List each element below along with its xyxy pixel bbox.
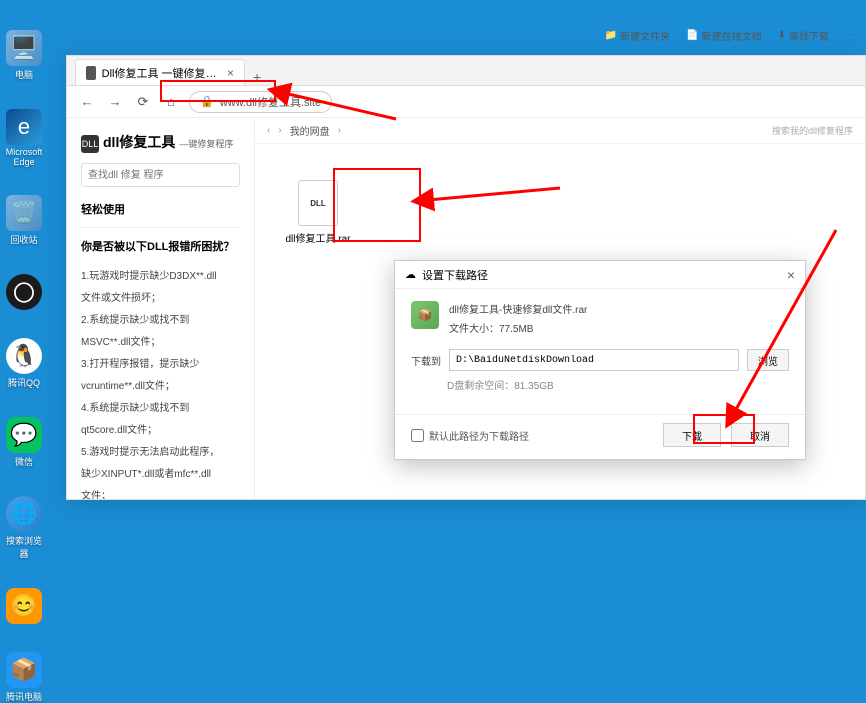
desktop-icon-blue[interactable]: 📦腾讯电脑 (6, 652, 42, 703)
download-icon: ⬇ (778, 30, 786, 41)
desktop-icon-browser[interactable]: 🌐搜索浏览器 (2, 496, 46, 560)
desktop-icon-recycle[interactable]: 🗑️回收站 (6, 195, 42, 246)
chevron-right-icon: › (338, 125, 341, 136)
dialog-close-button[interactable]: × (787, 267, 795, 283)
sidebar: DLL dll修复工具 —键修复程序 轻松使用 你是否被以下DLL报错所困扰？ … (67, 118, 255, 499)
bullet-line: 文件或文件损坏； (81, 288, 240, 310)
bullet-line: 文件； (81, 486, 240, 499)
logo-subtitle: —键修复程序 (179, 137, 233, 150)
bc-forward-icon[interactable]: › (278, 125, 281, 136)
desktop-icon-wechat[interactable]: 💬微信 (6, 417, 42, 468)
more-button[interactable]: ⋯ (845, 30, 855, 41)
forward-button[interactable]: → (105, 92, 125, 112)
bullet-line: 1.玩游戏时提示缺少D3DX**.dll (81, 266, 240, 288)
desktop-icon-edge[interactable]: eMicrosoft Edge (2, 109, 46, 167)
browse-button[interactable]: 浏览 (747, 349, 789, 371)
home-button[interactable]: ⌂ (161, 92, 181, 112)
new-tab-button[interactable]: + (245, 69, 269, 85)
tab-bar: Dll修复工具 一键修复电脑丢失D… × + (67, 56, 865, 86)
offline-download-button[interactable]: ⬇离线下载 (778, 28, 829, 43)
tab-close-icon[interactable]: × (227, 66, 234, 80)
bullet-line: MSVC**.dll文件； (81, 332, 240, 354)
bullet-line: 3.打开程序报错，提示缺少 (81, 354, 240, 376)
tab-favicon-icon (86, 66, 96, 80)
breadcrumb: ‹ › 我的网盘 › 搜索我的dll修复程序 (255, 118, 865, 144)
doc-icon: 📄 (686, 30, 698, 41)
download-path-input[interactable] (449, 349, 739, 371)
bullet-line: 缺少XINPUT*.dll或者mfc**.dll (81, 464, 240, 486)
breadcrumb-search-hint[interactable]: 搜索我的dll修复程序 (772, 124, 853, 137)
sidebar-search-input[interactable] (81, 163, 240, 187)
checkbox-input[interactable] (411, 429, 424, 442)
desktop-icons: 🖥️电脑 eMicrosoft Edge 🗑️回收站 〇 🐧腾讯QQ 💬微信 🌐… (2, 30, 46, 703)
file-item[interactable]: DLL dll修复工具.rar (275, 174, 361, 251)
url-text: www.dll修复工具.site (220, 94, 321, 110)
question-heading: 你是否被以下DLL报错所困扰？ (81, 238, 240, 254)
dialog-file-name: dll修复工具-快速修复dll文件.rar (449, 301, 587, 316)
back-button[interactable]: ← (77, 92, 97, 112)
logo-icon: DLL (81, 135, 99, 153)
page-toolbar: 📁新建文件夹 📄新建在线文档 ⬇离线下载 ⋯ (605, 22, 855, 48)
url-input[interactable]: 🔒 www.dll修复工具.site (189, 91, 332, 113)
bullet-line: 5.游戏时提示无法启动此程序， (81, 442, 240, 464)
desktop-icon-qq[interactable]: 🐧腾讯QQ (6, 338, 42, 389)
tab-title: Dll修复工具 一键修复电脑丢失D… (102, 65, 217, 81)
download-dialog: ☁ 设置下载路径 × 📦 dll修复工具-快速修复dll文件.rar 文件大小：… (394, 260, 806, 460)
bullet-line: vcruntime**.dll文件； (81, 376, 240, 398)
desktop-icon-computer[interactable]: 🖥️电脑 (6, 30, 42, 81)
file-size-row: 文件大小：77.5MB (449, 320, 587, 335)
section-title: 轻松使用 (81, 201, 240, 217)
disk-free-info: D盘剩余空间：81.35GB (447, 377, 789, 392)
bullet-line: 4.系统提示缺少或找不到 (81, 398, 240, 420)
bullet-list: 1.玩游戏时提示缺少D3DX**.dll文件或文件损坏；2.系统提示缺少或找不到… (81, 266, 240, 499)
desktop-icon-app[interactable]: 〇 (6, 274, 42, 310)
bc-back-icon[interactable]: ‹ (267, 125, 270, 136)
lock-icon: 🔒 (200, 95, 214, 108)
archive-icon: 📦 (411, 301, 439, 329)
logo: DLL dll修复工具 —键修复程序 (81, 132, 240, 153)
dialog-title: 设置下载路径 (422, 267, 488, 283)
path-label: 下载到 (411, 353, 441, 368)
bullet-line: qt5core.dll文件； (81, 420, 240, 442)
download-button[interactable]: 下载 (663, 423, 721, 447)
refresh-button[interactable]: ⟳ (133, 92, 153, 112)
browser-tab[interactable]: Dll修复工具 一键修复电脑丢失D… × (75, 59, 245, 85)
rar-file-icon: DLL (298, 180, 338, 226)
logo-title: dll修复工具 (103, 132, 175, 152)
folder-icon: 📁 (605, 30, 617, 41)
default-path-checkbox[interactable]: 默认此路径为下载路径 (411, 428, 529, 443)
divider (81, 227, 240, 228)
cancel-button[interactable]: 取消 (731, 423, 789, 447)
new-online-doc-button[interactable]: 📄新建在线文档 (686, 28, 761, 43)
bullet-line: 2.系统提示缺少或找不到 (81, 310, 240, 332)
address-bar: ← → ⟳ ⌂ 🔒 www.dll修复工具.site 📁新建文件夹 📄新建在线文… (67, 86, 865, 118)
dialog-titlebar: ☁ 设置下载路径 × (395, 261, 805, 289)
cloud-icon: ☁ (405, 268, 416, 281)
file-name-label: dll修复工具.rar (285, 230, 350, 245)
new-folder-button[interactable]: 📁新建文件夹 (605, 28, 670, 43)
breadcrumb-path[interactable]: 我的网盘 (290, 123, 330, 138)
desktop-icon-orange[interactable]: 😊 (6, 588, 42, 624)
